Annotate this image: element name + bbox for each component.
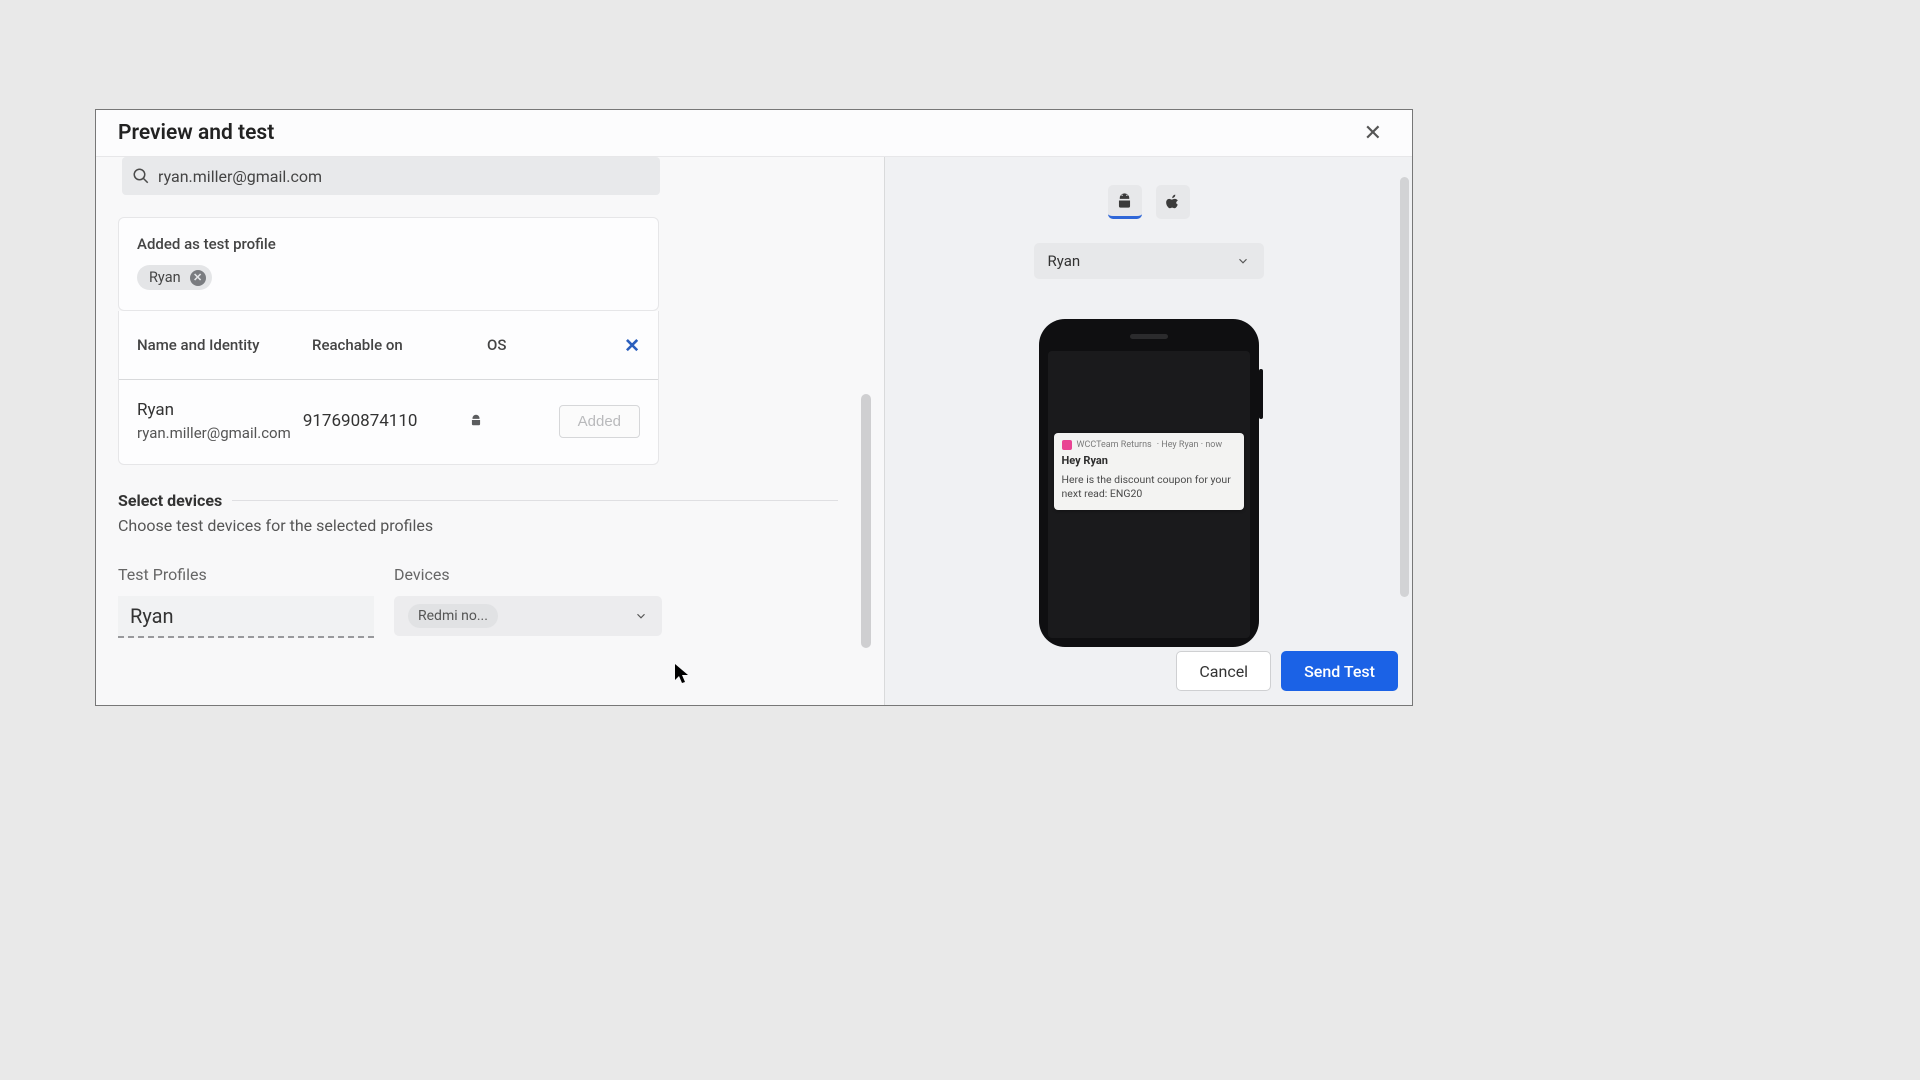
chevron-down-icon [634,609,648,623]
added-test-profile-card: Added as test profile Ryan ✕ [118,217,659,311]
results-table: Name and Identity Reachable on OS ✕ Ryan… [118,311,659,465]
table-header-row: Name and Identity Reachable on OS ✕ [119,311,658,380]
phone-mock: WCCTeam Returns · Hey Ryan · now Hey Rya… [1039,319,1259,647]
preview-profile-select[interactable]: Ryan [1034,243,1264,279]
column-os: OS [487,336,582,354]
select-devices-section: Select devices Choose test devices for t… [118,491,838,535]
added-button[interactable]: Added [559,405,640,438]
search-input[interactable]: ryan.miller@gmail.com [122,157,660,195]
row-name: Ryan [137,400,303,420]
column-name-identity: Name and Identity [137,336,312,354]
phone-side-button [1259,369,1263,419]
clear-results-icon[interactable]: ✕ [624,334,640,357]
select-devices-subtitle: Choose test devices for the selected pro… [118,516,838,535]
modal-body: ryan.miller@gmail.com Added as test prof… [96,157,1412,705]
left-scrollbar[interactable] [861,394,871,648]
apple-icon [1163,193,1182,212]
notification-body: Here is the discount coupon for your nex… [1062,473,1236,501]
test-profile-box[interactable]: Ryan [118,596,374,638]
notification-card: WCCTeam Returns · Hey Ryan · now Hey Rya… [1054,433,1244,510]
search-icon [132,167,150,185]
android-icon [469,412,483,431]
device-select-row: Test Profiles Ryan Devices Redmi no... [118,565,871,638]
table-row: Ryan ryan.miller@gmail.com 917690874110 … [119,380,658,464]
notification-header: WCCTeam Returns · Hey Ryan · now [1062,440,1236,450]
modal-header: Preview and test ✕ [96,110,1412,157]
notification-meta: · Hey Ryan · now [1157,440,1223,450]
left-pane: ryan.miller@gmail.com Added as test prof… [96,157,871,705]
name-identity-cell: Ryan ryan.miller@gmail.com [137,400,303,442]
modal-title: Preview and test [118,121,274,145]
notification-app-name: WCCTeam Returns [1077,440,1152,450]
chevron-down-icon [1236,254,1250,268]
test-profile-value: Ryan [130,604,174,628]
preview-pane: Ryan WCCTeam Returns · Hey Ryan · now He… [885,157,1412,705]
phone-speaker [1130,334,1168,339]
devices-label: Devices [394,565,662,584]
devices-dropdown[interactable]: Redmi no... [394,596,662,636]
search-value: ryan.miller@gmail.com [158,167,322,186]
added-test-profile-label: Added as test profile [137,235,640,253]
reachable-on-cell: 917690874110 [303,411,469,431]
close-icon[interactable]: ✕ [1356,117,1390,150]
preview-and-test-modal: Preview and test ✕ ryan.miller@gmail.com [95,109,1413,706]
send-test-button[interactable]: Send Test [1281,651,1398,691]
select-devices-title: Select devices [118,491,232,510]
android-icon [1115,191,1134,210]
notification-title: Hey Ryan [1062,454,1236,467]
phone-screen: WCCTeam Returns · Hey Ryan · now Hey Rya… [1048,351,1250,638]
test-profiles-label: Test Profiles [118,565,374,584]
right-scrollbar[interactable] [1400,177,1409,597]
profile-chip-label: Ryan [149,269,181,286]
device-chip: Redmi no... [408,604,498,628]
modal-footer: Cancel Send Test [1176,651,1398,691]
search-bar: ryan.miller@gmail.com [96,157,871,195]
platform-ios-button[interactable] [1156,185,1190,219]
section-divider [232,500,838,501]
os-cell [469,412,559,431]
column-reachable-on: Reachable on [312,336,487,354]
platform-toggle [1108,185,1190,219]
platform-android-button[interactable] [1108,185,1142,219]
notification-app-icon [1062,440,1072,450]
cancel-button[interactable]: Cancel [1176,651,1271,691]
remove-chip-icon[interactable]: ✕ [190,270,206,286]
profile-chip[interactable]: Ryan ✕ [137,265,212,290]
preview-profile-value: Ryan [1048,252,1081,270]
row-identity: ryan.miller@gmail.com [137,424,303,442]
